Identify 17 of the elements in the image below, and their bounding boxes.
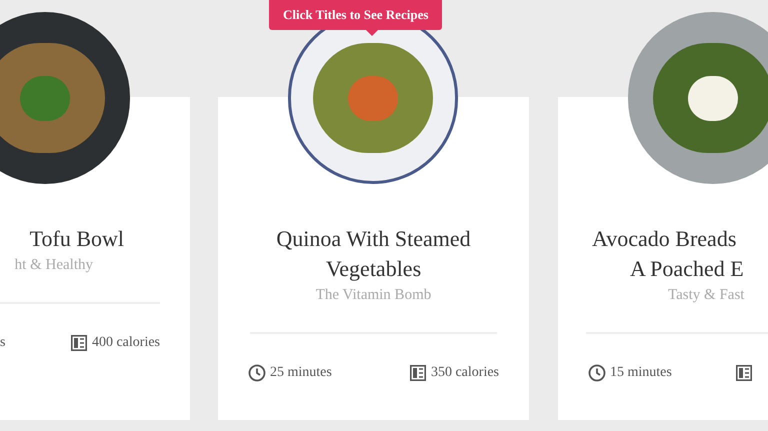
recipe-subtitle: Tasty & Fast bbox=[668, 286, 744, 305]
clock-icon bbox=[248, 364, 266, 382]
recipe-title[interactable]: Tofu Bowl bbox=[0, 224, 124, 254]
calorie-count: 400 calories bbox=[92, 334, 160, 352]
cooking-time: 25 minutes bbox=[270, 364, 332, 382]
cooking-time: s bbox=[0, 334, 6, 352]
calculator-icon bbox=[736, 364, 752, 380]
recipe-title[interactable]: Quinoa With Steamed Vegetables bbox=[276, 224, 471, 284]
calculator-icon bbox=[70, 334, 87, 350]
hint-tooltip: Click Titles to See Recipes bbox=[269, 0, 442, 30]
recipe-title[interactable]: Avocado Breads A Poached E bbox=[592, 224, 744, 284]
calorie-count: 350 calories bbox=[430, 364, 499, 382]
recipe-subtitle: ht & Healthy bbox=[14, 256, 93, 275]
clock-icon bbox=[588, 364, 606, 382]
cooking-time: 15 minutes bbox=[610, 364, 672, 382]
recipe-subtitle: The Vitamin Bomb bbox=[316, 286, 432, 305]
calculator-icon bbox=[410, 364, 426, 380]
